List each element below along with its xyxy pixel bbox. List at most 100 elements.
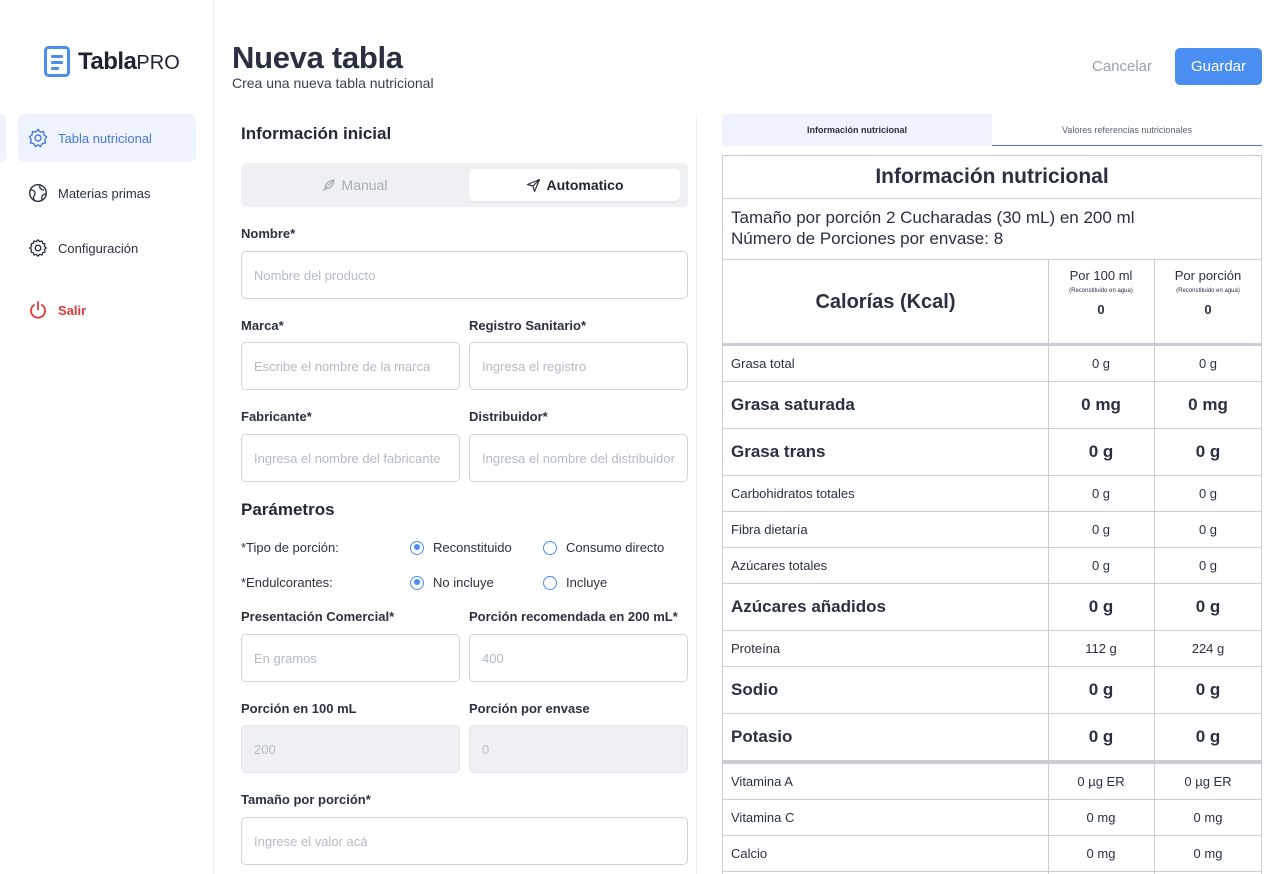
nutrient-value-per-100ml: 0 g (1088, 727, 1114, 746)
presentacion-comercial-label: Presentación Comercial* (241, 609, 395, 624)
nutrient-value-per-serving: 224 g (1191, 641, 1225, 656)
paper-plane-icon (526, 178, 541, 193)
nutrient-value-per-100ml: 0 g (1091, 356, 1111, 371)
registro-sanitario-label: Registro Sanitario* (469, 318, 587, 333)
nutrient-value-per-serving: 0 mg (1193, 846, 1223, 861)
row-divider (723, 475, 1261, 476)
calories-value-per-serving: 0 (1204, 302, 1212, 317)
nutrient-row: Grasa saturada 0 mg 0 mg (723, 382, 1261, 428)
nutrient-name: Grasa total (731, 356, 795, 371)
serving-info: Tamaño por porción 2 Cucharadas (30 mL) … (731, 207, 1135, 249)
distribuidor-label: Distribuidor* (469, 409, 548, 424)
gear-icon (28, 238, 48, 258)
mode-manual-option[interactable]: Manual (247, 169, 461, 201)
nutrient-name: Carbohidratos totales (731, 486, 855, 501)
sidebar-item-label: Materias primas (58, 185, 151, 201)
nutrient-name: Calcio (731, 846, 768, 861)
marca-input[interactable] (241, 342, 460, 390)
nutrient-name: Fibra dietaría (731, 522, 808, 537)
radio-incluye[interactable]: Incluye (543, 575, 607, 590)
porcion-100ml-label: Porción en 100 mL (241, 701, 357, 716)
nutrient-value-per-serving: 0 mg (1188, 395, 1228, 414)
column-header-per-100ml: Por 100 ml (Reconstituido en agua) 0 (1048, 260, 1154, 317)
power-icon (28, 300, 48, 320)
column-divider-2 (1154, 260, 1155, 874)
nutrient-row: Calcio 0 mg 0 mg (723, 836, 1261, 871)
thick-divider (723, 760, 1261, 764)
sidebar-item-configuracion[interactable]: Configuración (18, 224, 196, 272)
radio-dot-selected (410, 575, 424, 590)
fabricante-input[interactable] (241, 434, 460, 482)
row-divider (723, 428, 1261, 429)
section-title-informacion-inicial: Información inicial (241, 124, 392, 143)
nutrient-name: Azúcares totales (731, 558, 828, 573)
nutrient-row: Sodio 0 g 0 g (723, 667, 1261, 713)
nutrient-value-per-serving: 0 g (1195, 727, 1221, 746)
nutrient-name: Azúcares añadidos (731, 597, 886, 616)
sidebar-item-label: Tabla nutricional (58, 130, 152, 146)
column-header-per-serving: Por porción (Reconstituido en agua) 0 (1155, 260, 1261, 317)
nutrient-value-per-serving: 0 g (1195, 442, 1221, 461)
column-divider (696, 114, 697, 874)
nutrient-row: Fibra dietaría 0 g 0 g (723, 512, 1261, 547)
porcion-recomendada-label: Porción recomendada en 200 mL* (469, 609, 678, 624)
radio-dot-selected (410, 540, 424, 555)
nutrient-name: Grasa saturada (731, 395, 855, 414)
fabricante-label: Fabricante* (241, 409, 312, 424)
registro-sanitario-input[interactable] (469, 342, 688, 390)
nutrient-name: Proteína (731, 641, 781, 656)
serving-size-text: Tamaño por porción 2 Cucharadas (30 mL) … (731, 208, 1135, 227)
nutrient-value-per-100ml: 0 µg ER (1077, 774, 1125, 789)
distribuidor-input[interactable] (469, 434, 688, 482)
row-divider (723, 713, 1261, 714)
tamano-porcion-label: Tamaño por porción* (241, 792, 371, 807)
nombre-label: Nombre* (241, 226, 296, 241)
presentacion-comercial-input[interactable] (241, 634, 460, 682)
radio-dot (543, 575, 557, 590)
nutrient-name: Sodio (731, 680, 779, 699)
nutrient-row: Vitamina C 0 mg 0 mg (723, 800, 1261, 835)
radio-reconstituido[interactable]: Reconstituido (410, 540, 512, 555)
cancel-button[interactable]: Cancelar (1080, 48, 1164, 85)
porcion-recomendada-input[interactable] (469, 634, 688, 682)
porcion-envase-input (469, 725, 688, 773)
radio-consumo-directo[interactable]: Consumo directo (543, 540, 664, 555)
nutrient-name: Vitamina C (731, 810, 795, 825)
nutrient-value-per-100ml: 0 g (1091, 486, 1111, 501)
row-divider (723, 799, 1261, 800)
nombre-input[interactable] (241, 251, 688, 299)
logo-text: TablaPRO (78, 47, 180, 75)
nutrient-value-per-100ml: 0 g (1091, 558, 1111, 573)
row-divider (723, 583, 1261, 584)
tamano-porcion-input[interactable] (241, 817, 688, 865)
nutrition-facts-table: Información nutricional Tamaño por porci… (722, 155, 1262, 874)
nutrient-value-per-serving: 0 g (1198, 522, 1218, 537)
logout-button[interactable]: Salir (18, 286, 196, 334)
row-divider (723, 835, 1261, 836)
sidebar-item-tabla-nutricional[interactable]: Tabla nutricional (18, 114, 196, 162)
column-divider-1 (1048, 260, 1049, 874)
sidebar-item-label: Configuración (58, 240, 139, 256)
leaf-icon (321, 178, 336, 193)
calories-value-per-100ml: 0 (1097, 302, 1105, 317)
tab-informacion-nutricional[interactable]: Información nutricional (722, 114, 992, 146)
tab-valores-referencia[interactable]: Valores referencias nutricionales (992, 114, 1262, 146)
save-button[interactable]: Guardar (1175, 48, 1262, 85)
sidebar-item-materias-primas[interactable]: Materias primas (18, 169, 196, 217)
porcion-envase-label: Porción por envase (469, 701, 590, 716)
nutrient-name: Potasio (731, 727, 793, 746)
radio-no-incluye[interactable]: No incluye (410, 575, 494, 590)
tipo-porcion-label: *Tipo de porción: (241, 540, 339, 555)
nutrient-value-per-100ml: 0 mg (1086, 810, 1116, 825)
page-subtitle: Crea una nueva tabla nutricional (232, 75, 434, 91)
porcion-100ml-input (241, 725, 460, 773)
page-title: Nueva tabla (232, 40, 403, 75)
nutrient-row: Potasio 0 g 0 g (723, 714, 1261, 760)
nutrient-value-per-serving: 0 g (1195, 680, 1221, 699)
nutrient-row: Proteína 112 g 224 g (723, 631, 1261, 666)
mode-toggle: Manual Automatico (241, 163, 688, 207)
nutrient-value-per-100ml: 112 g (1085, 641, 1117, 656)
mode-auto-option[interactable]: Automatico (469, 169, 680, 201)
nutrient-row: Grasa total 0 g 0 g (723, 346, 1261, 381)
nutrient-value-per-100ml: 0 g (1088, 680, 1114, 699)
